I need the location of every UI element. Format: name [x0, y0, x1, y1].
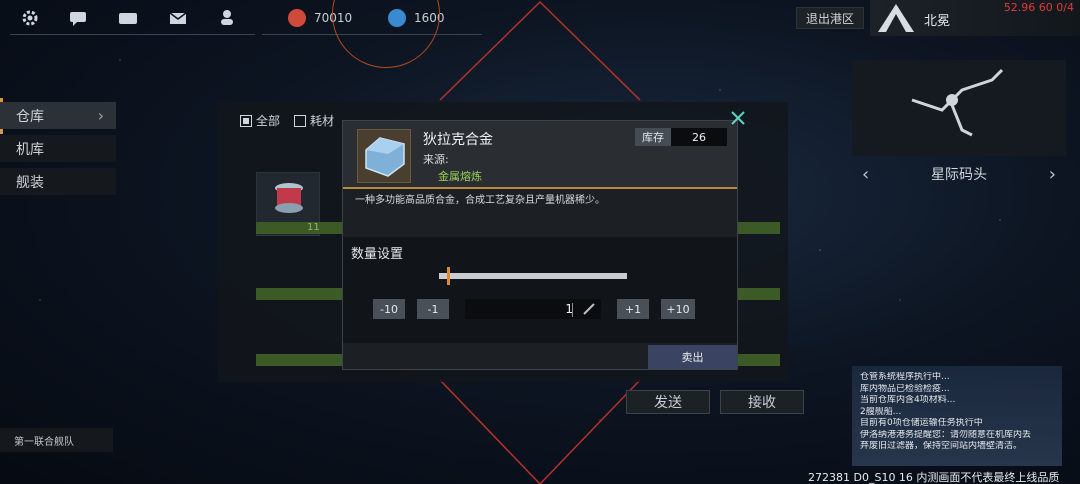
left-nav: 仓库 › 机库 舰装: [0, 102, 116, 201]
item-count: 11: [307, 222, 320, 233]
filter-all[interactable]: 全部: [240, 112, 280, 129]
source-label: 来源:: [423, 153, 449, 166]
slider-handle[interactable]: [446, 267, 450, 285]
header-divider: [343, 187, 737, 189]
exit-port-button[interactable]: 退出港区: [796, 7, 864, 29]
text-caret: [572, 303, 573, 317]
close-icon[interactable]: [729, 109, 747, 127]
log-line: 库内物品已检验检疫...: [860, 383, 950, 394]
keyboard-icon[interactable]: [118, 8, 138, 28]
chat-icon[interactable]: [68, 8, 88, 28]
filter-label: 耗材: [310, 114, 335, 128]
nav-item-label: 仓库: [16, 108, 44, 125]
faction-name: 北冕: [924, 14, 951, 29]
receive-button[interactable]: 接收: [720, 390, 804, 414]
pencil-icon[interactable]: [581, 301, 597, 317]
minus10-button[interactable]: -10: [373, 299, 405, 319]
location-label: 星际码头: [931, 167, 987, 183]
dialog-header: 狄拉克合金 来源: 金属熔炼 库存 26: [343, 121, 737, 187]
log-line: 弃废旧过滤器，保持空间站内墙壁清洁。: [860, 441, 1023, 451]
inventory-filters: 全部 耗材: [240, 112, 334, 129]
item-description: 一种多功能高品质合金，合成工艺复杂且产量机器稀少。: [355, 195, 605, 206]
nav-item-label: 机库: [16, 141, 44, 158]
chevron-right-icon[interactable]: ›: [1049, 164, 1056, 185]
send-button[interactable]: 发送: [626, 390, 710, 414]
checkbox-icon[interactable]: [240, 114, 252, 127]
log-line: 仓管系统程序执行中...: [860, 372, 950, 382]
stock-label: 库存: [635, 128, 671, 146]
checkbox-icon[interactable]: [294, 114, 307, 127]
fps-readout: 52.96 60 0/4: [1003, 1, 1074, 14]
fleet-label[interactable]: 第一联合舰队: [0, 428, 113, 452]
radar-ring: [332, 0, 440, 68]
capsule-item-icon: [275, 183, 303, 213]
topbar-divider: [10, 34, 255, 35]
nav-item-hangar[interactable]: 机库: [0, 135, 116, 162]
location-switcher: ‹ 星际码头 ›: [852, 160, 1066, 188]
user-icon[interactable]: [218, 8, 238, 28]
station-map[interactable]: [852, 60, 1066, 156]
alloy-ingot-icon: [365, 137, 405, 177]
faction-logo-icon: [878, 4, 914, 32]
source-value[interactable]: 金属熔炼: [438, 168, 482, 184]
filter-consumables[interactable]: 耗材: [294, 112, 334, 129]
item-name: 狄拉克合金: [423, 132, 493, 148]
log-line: 伊洛纳港港务提醒您：请勿随意在机库内丢: [860, 429, 1032, 440]
item-thumbnail: [357, 129, 411, 183]
minus1-button[interactable]: -1: [417, 299, 449, 319]
chevron-right-icon: ›: [97, 106, 104, 125]
log-line: 2艘舰船...: [860, 406, 902, 417]
quantity-title: 数量设置: [351, 247, 404, 262]
nav-item-outfit[interactable]: 舰装: [0, 168, 116, 195]
plus10-button[interactable]: +10: [661, 299, 695, 319]
build-info: 272381 D0_S10 16 内测画面不代表最终上线品质: [808, 471, 1060, 484]
filter-label: 全部: [256, 114, 281, 128]
fuel-icon: [288, 9, 306, 27]
quantity-slider[interactable]: [439, 273, 627, 279]
station-schematic-icon: [911, 68, 1004, 137]
nav-item-warehouse[interactable]: 仓库 ›: [0, 102, 116, 129]
stock-value: 26: [671, 128, 727, 146]
sell-button[interactable]: 卖出: [648, 345, 737, 369]
plus1-button[interactable]: +1: [617, 299, 649, 319]
item-dialog: 狄拉克合金 来源: 金属熔炼 库存 26 一种多功能高品质合金，合成工艺复杂且产…: [342, 111, 745, 370]
log-line: 目前有0项仓储运输任务执行中: [860, 418, 983, 428]
chevron-left-icon[interactable]: ‹: [862, 164, 869, 185]
quantity-section: 数量设置 -10 -1 1 +1 +10: [343, 237, 737, 343]
mail-icon[interactable]: [168, 8, 188, 28]
log-line: 当前仓库内含4项材料...: [860, 395, 956, 405]
gear-icon[interactable]: [20, 8, 40, 28]
system-log: 仓管系统程序执行中... 库内物品已检验检疫... 当前仓库内含4项材料... …: [852, 366, 1062, 466]
nav-item-label: 舰装: [16, 174, 44, 191]
